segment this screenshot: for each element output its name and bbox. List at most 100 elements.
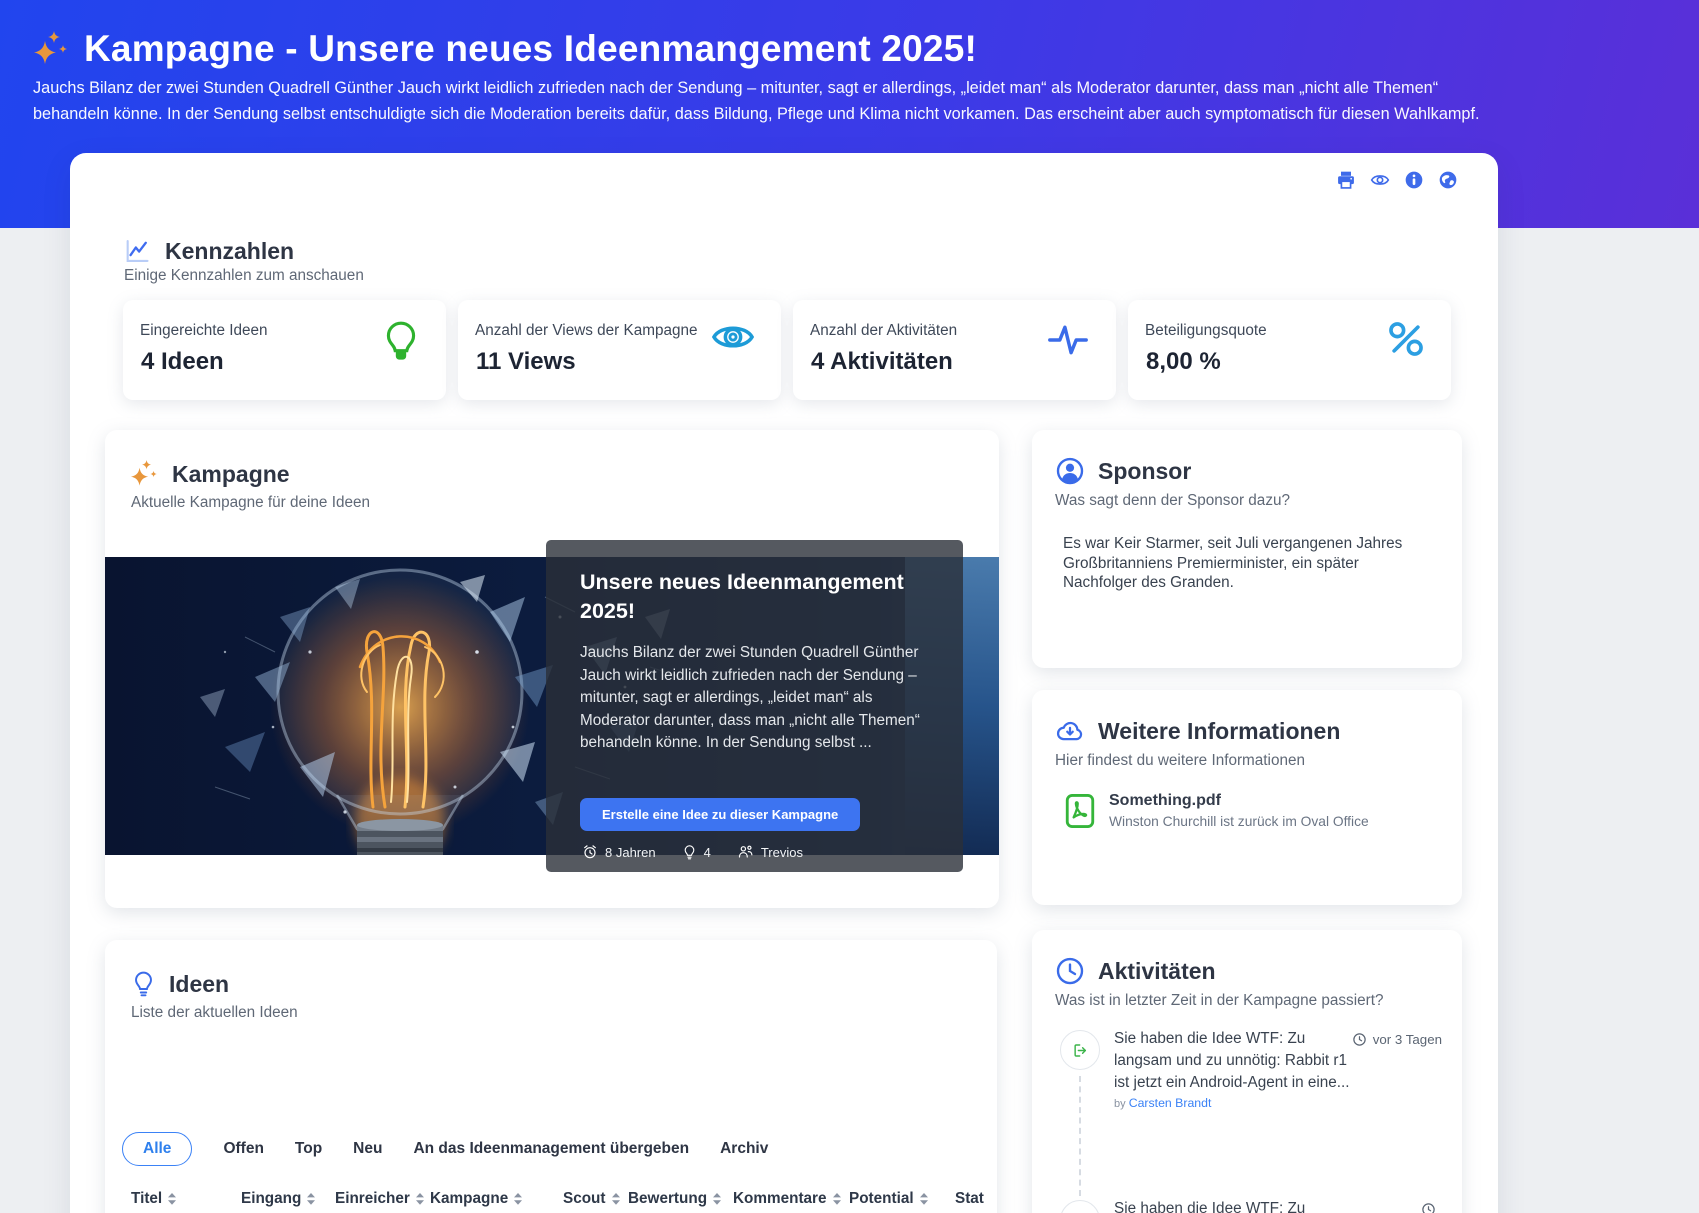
ideen-subtitle: Liste der aktuellen Ideen — [131, 1004, 298, 1022]
sort-icon — [513, 1192, 523, 1206]
column-potential[interactable]: Potential — [849, 1190, 929, 1208]
sparkles-icon — [131, 460, 159, 488]
activities-header: Aktivitäten — [1055, 956, 1216, 986]
column-scout[interactable]: Scout — [563, 1190, 621, 1208]
sort-icon — [611, 1192, 621, 1206]
clock-icon — [1352, 1032, 1367, 1047]
tab-alle[interactable]: Alle — [122, 1132, 192, 1166]
activity-author: by Carsten Brandt — [1114, 1096, 1356, 1110]
print-button[interactable] — [1336, 170, 1356, 190]
column-kampagne[interactable]: Kampagne — [430, 1190, 523, 1208]
user-circle-icon — [1055, 456, 1085, 486]
sponsor-text: Es war Keir Starmer, seit Juli vergangen… — [1063, 534, 1405, 593]
line-chart-icon — [123, 237, 151, 265]
campaign-description: Jauchs Bilanz der zwei Stunden Quadrell … — [33, 76, 1485, 127]
tab-offen[interactable]: Offen — [223, 1140, 263, 1158]
campaign-idea-count: 4 — [682, 844, 711, 860]
alarm-clock-icon — [582, 844, 598, 860]
campaign-owner: Trevios — [737, 844, 803, 860]
sparkles-icon — [34, 31, 70, 67]
ideen-tabs: Alle Offen Top Neu An das Ideenmanagemen… — [122, 1132, 768, 1166]
kpi-label: Anzahl der Views der Kampagne — [475, 322, 698, 340]
kennzahlen-title: Kennzahlen — [165, 238, 294, 265]
tab-uebergeben[interactable]: An das Ideenmanagement übergeben — [413, 1140, 689, 1158]
eye-icon — [711, 320, 755, 354]
file-name: Something.pdf — [1109, 792, 1369, 810]
column-bewertung[interactable]: Bewertung — [628, 1190, 722, 1208]
users-icon — [737, 844, 754, 860]
activity-time: vor 3 Tagen — [1352, 1032, 1442, 1047]
column-eingang[interactable]: Eingang — [241, 1190, 316, 1208]
kpi-card-ideas: Eingereichte Ideen 4 Ideen — [123, 300, 446, 400]
activity-item[interactable]: Sie haben die Idee WTF: Zu langsam und z… — [1060, 1028, 1442, 1110]
kpi-value: 4 Aktivitäten — [811, 348, 953, 376]
sort-icon — [712, 1192, 722, 1206]
activity-export-icon — [1060, 1200, 1100, 1213]
clock-icon — [1055, 956, 1085, 986]
lightbulb-icon — [131, 970, 156, 998]
clock-icon — [1421, 1202, 1436, 1213]
kpi-row: Eingereichte Ideen 4 Ideen Anzahl der Vi… — [123, 300, 1451, 400]
activity-item[interactable]: Sie haben die Idee WTF: Zu langsam und z… — [1060, 1198, 1442, 1213]
sponsor-card: Sponsor Was sagt denn der Sponsor dazu? … — [1032, 430, 1462, 668]
sponsor-header: Sponsor — [1055, 456, 1191, 486]
activities-subtitle: Was ist in letzter Zeit in der Kampagne … — [1055, 992, 1383, 1010]
globe-button[interactable] — [1438, 170, 1458, 190]
ideen-table-header: Titel Eingang Einreicher Kampagne Scout … — [105, 1190, 997, 1213]
infos-subtitle: Hier findest du weitere Informationen — [1055, 752, 1305, 770]
kpi-card-views: Anzahl der Views der Kampagne 11 Views — [458, 300, 781, 400]
kennzahlen-subtitle: Einige Kennzahlen zum anschauen — [124, 267, 364, 285]
campaign-overlay-title: Unsere neues Ideenmangement 2025! — [580, 568, 910, 626]
sort-icon — [306, 1192, 316, 1206]
campaign-meta: 8 Jahren 4 Trevios — [582, 844, 803, 860]
cloud-download-icon — [1055, 716, 1085, 746]
create-idea-button[interactable]: Erstelle eine Idee zu dieser Kampagne — [580, 798, 860, 831]
kpi-value: 11 Views — [476, 348, 576, 376]
kampagne-card: Kampagne Aktuelle Kampagne für deine Ide… — [105, 430, 999, 908]
file-item[interactable]: Something.pdf Winston Churchill ist zurü… — [1063, 792, 1369, 830]
toolbar — [1336, 170, 1458, 190]
ideen-header: Ideen — [131, 970, 229, 998]
percent-icon — [1387, 320, 1425, 358]
tab-neu[interactable]: Neu — [353, 1140, 382, 1158]
pulse-icon — [1046, 320, 1090, 360]
kpi-label: Anzahl der Aktivitäten — [810, 322, 957, 340]
column-einreicher[interactable]: Einreicher — [335, 1190, 425, 1208]
column-kommentare[interactable]: Kommentare — [733, 1190, 842, 1208]
info-button[interactable] — [1404, 170, 1424, 190]
kpi-value: 4 Ideen — [141, 348, 224, 376]
page: Kampagne - Unsere neues Ideenmangement 2… — [0, 0, 1699, 1213]
page-title: Kampagne - Unsere neues Ideenmangement 2… — [84, 28, 977, 70]
activity-time — [1421, 1202, 1442, 1213]
sort-icon — [832, 1192, 842, 1206]
file-info: Something.pdf Winston Churchill ist zurü… — [1109, 792, 1369, 830]
campaign-age: 8 Jahren — [582, 844, 656, 860]
activities-card: Aktivitäten Was ist in letzter Zeit in d… — [1032, 930, 1462, 1213]
column-status[interactable]: Stat — [955, 1190, 984, 1208]
kpi-card-activities: Anzahl der Aktivitäten 4 Aktivitäten — [793, 300, 1116, 400]
hero-title-row: Kampagne - Unsere neues Ideenmangement 2… — [34, 28, 977, 70]
kpi-card-quote: Beteiligungsquote 8,00 % — [1128, 300, 1451, 400]
sort-icon — [919, 1192, 929, 1206]
activity-text: Sie haben die Idee WTF: Zu langsam und z… — [1114, 1198, 1356, 1213]
infos-card: Weitere Informationen Hier findest du we… — [1032, 690, 1462, 905]
tab-top[interactable]: Top — [295, 1140, 322, 1158]
infos-header: Weitere Informationen — [1055, 716, 1340, 746]
infos-title: Weitere Informationen — [1098, 718, 1340, 745]
preview-eye-button[interactable] — [1370, 170, 1390, 190]
column-titel[interactable]: Titel — [131, 1190, 177, 1208]
campaign-overlay-excerpt: Jauchs Bilanz der zwei Stunden Quadrell … — [580, 642, 932, 755]
activity-author-link[interactable]: Carsten Brandt — [1129, 1096, 1212, 1110]
sponsor-title: Sponsor — [1098, 458, 1191, 485]
sort-icon — [415, 1192, 425, 1206]
lightbulb-icon — [682, 844, 697, 860]
sponsor-subtitle: Was sagt denn der Sponsor dazu? — [1055, 492, 1290, 510]
ideen-title: Ideen — [169, 971, 229, 998]
kpi-value: 8,00 % — [1146, 348, 1221, 376]
activities-title: Aktivitäten — [1098, 958, 1216, 985]
kennzahlen-header: Kennzahlen — [123, 237, 294, 265]
kampagne-title: Kampagne — [172, 461, 290, 488]
tab-archiv[interactable]: Archiv — [720, 1140, 768, 1158]
kpi-label: Beteiligungsquote — [1145, 322, 1267, 340]
main-card: Kennzahlen Einige Kennzahlen zum anschau… — [70, 153, 1498, 1213]
